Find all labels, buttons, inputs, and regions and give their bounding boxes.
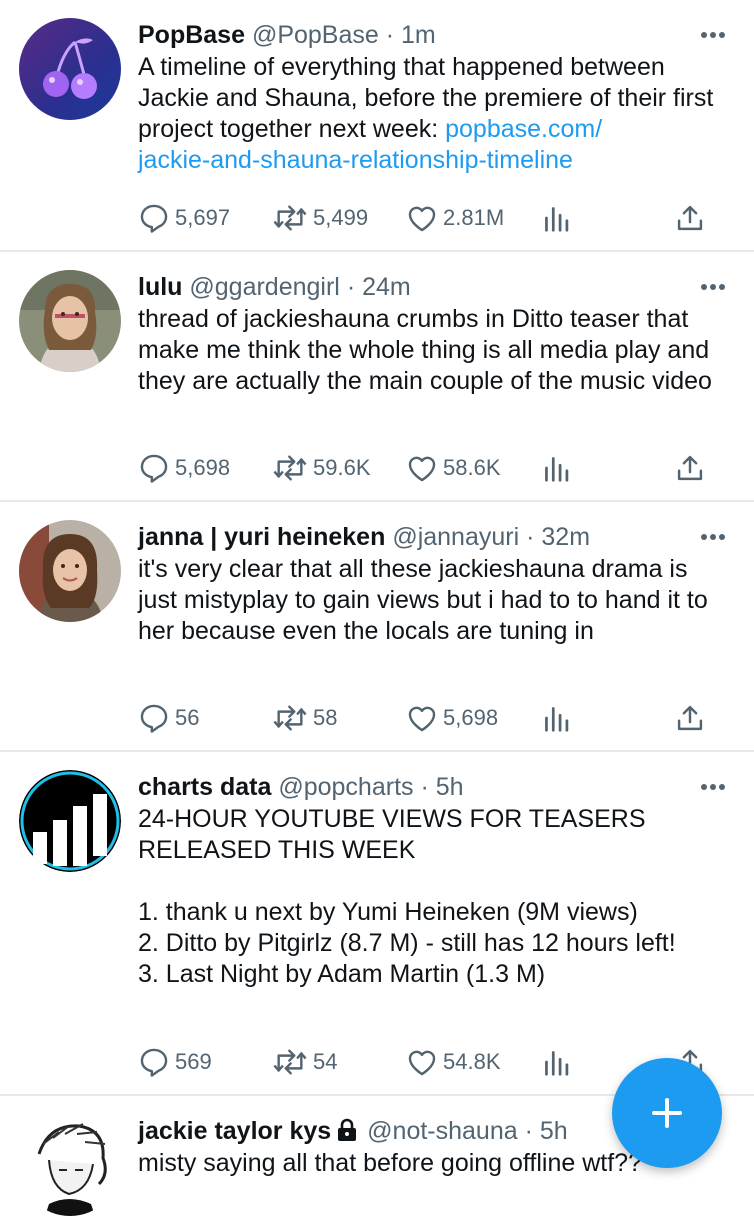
like-button[interactable]: 54.8K xyxy=(405,1042,501,1082)
like-button[interactable]: 2.81M xyxy=(405,198,504,238)
avatar[interactable] xyxy=(19,18,121,120)
retweet-button[interactable]: 58 xyxy=(271,698,337,738)
share-button[interactable] xyxy=(675,448,705,488)
reply-icon xyxy=(140,1048,168,1077)
reply-count: 5,698 xyxy=(175,455,231,480)
profile-photo xyxy=(19,270,121,372)
timestamp[interactable]: · 5h xyxy=(420,773,463,801)
like-count: 54.8K xyxy=(443,1049,501,1074)
retweet-count: 59.6K xyxy=(313,455,371,480)
like-button[interactable]: 58.6K xyxy=(405,448,501,488)
reply-button[interactable]: 5,697 xyxy=(137,198,230,238)
user-handle[interactable]: @jannayuri xyxy=(392,523,519,551)
retweet-count: 58 xyxy=(313,705,338,730)
more-icon[interactable] xyxy=(696,520,730,554)
tweet-actions: 5,697 5,499 2.81M xyxy=(137,198,717,238)
compose-plus-icon xyxy=(652,1098,682,1128)
lock-icon xyxy=(338,1118,357,1141)
tweet[interactable]: charts data @popcharts · 5h 24-HOUR YOUT… xyxy=(0,752,754,1096)
retweet-button[interactable]: 59.6K xyxy=(271,448,371,488)
tweet-header: charts data @popcharts · 5h xyxy=(138,770,728,804)
share-icon xyxy=(677,205,703,231)
tweet-text: it's very clear that all these jackiesha… xyxy=(138,555,715,645)
display-name[interactable]: charts data xyxy=(138,773,271,801)
analytics-icon xyxy=(545,457,569,482)
tweet-actions: 5,698 59.6K 58.6K xyxy=(137,448,717,488)
user-handle[interactable]: @PopBase xyxy=(252,21,379,49)
tweet-header: PopBase @PopBase · 1m xyxy=(138,18,728,52)
share-icon xyxy=(677,455,703,481)
share-icon xyxy=(677,705,703,731)
reply-button[interactable]: 5,698 xyxy=(137,448,230,488)
bar-chart-logo-icon xyxy=(19,770,121,872)
like-icon xyxy=(408,706,436,732)
analytics-button[interactable] xyxy=(541,698,571,738)
retweet-button[interactable]: 5,499 xyxy=(271,198,368,238)
more-icon[interactable] xyxy=(696,18,730,52)
retweet-icon xyxy=(273,455,307,481)
sketch-profile-photo xyxy=(19,1114,121,1216)
user-handle[interactable]: @ggardengirl xyxy=(189,273,339,301)
reply-count: 5,697 xyxy=(175,205,231,230)
share-button[interactable] xyxy=(675,698,705,738)
tweet-text-content: A timeline of everything that happened b… xyxy=(138,53,721,143)
reply-count: 569 xyxy=(175,1049,212,1074)
like-count: 58.6K xyxy=(443,455,501,480)
timestamp[interactable]: · 24m xyxy=(347,273,411,301)
retweet-icon xyxy=(273,205,307,231)
tweet-actions: 56 58 5,698 xyxy=(137,698,717,738)
reply-button[interactable]: 569 xyxy=(137,1042,212,1082)
reply-button[interactable]: 56 xyxy=(137,698,199,738)
compose-button[interactable] xyxy=(612,1058,722,1168)
retweet-count: 54 xyxy=(313,1049,338,1074)
reply-count: 56 xyxy=(175,705,200,730)
timestamp[interactable]: · 1m xyxy=(386,21,436,49)
share-button[interactable] xyxy=(675,198,705,238)
display-name[interactable]: janna | yuri heineken xyxy=(138,523,385,551)
analytics-button[interactable] xyxy=(541,448,571,488)
retweet-icon xyxy=(273,705,307,731)
more-icon[interactable] xyxy=(696,270,730,304)
display-name[interactable]: lulu xyxy=(138,273,182,301)
like-count: 2.81M xyxy=(443,205,505,230)
more-icon[interactable] xyxy=(696,770,730,804)
reply-icon xyxy=(140,204,168,233)
timestamp[interactable]: · 5h xyxy=(525,1117,568,1145)
tweet-text: 24-HOUR YOUTUBE VIEWS FOR TEASERS RELEAS… xyxy=(138,805,676,988)
tweet[interactable]: janna | yuri heineken @jannayuri · 32m i… xyxy=(0,502,754,752)
avatar[interactable] xyxy=(19,1114,121,1216)
analytics-icon xyxy=(545,707,569,732)
tweet-header: janna | yuri heineken @jannayuri · 32m xyxy=(138,520,728,554)
timestamp[interactable]: · 32m xyxy=(526,523,590,551)
like-icon xyxy=(408,206,436,232)
like-count: 5,698 xyxy=(443,705,499,730)
avatar[interactable] xyxy=(19,270,121,372)
profile-photo xyxy=(19,520,121,622)
retweet-icon xyxy=(273,1049,307,1075)
retweet-count: 5,499 xyxy=(313,205,369,230)
tweet[interactable]: PopBase @PopBase · 1m A timeline of ever… xyxy=(0,0,754,252)
analytics-button[interactable] xyxy=(541,198,571,238)
cherry-logo-icon xyxy=(19,18,121,120)
analytics-icon xyxy=(545,1051,569,1076)
avatar[interactable] xyxy=(19,520,121,622)
tweet-header: lulu @ggardengirl · 24m xyxy=(138,270,728,304)
tweet-text: A timeline of everything that happened b… xyxy=(138,52,728,176)
avatar[interactable] xyxy=(19,770,121,872)
user-handle[interactable]: @not-shauna xyxy=(367,1117,517,1145)
like-icon xyxy=(408,456,436,482)
reply-icon xyxy=(140,454,168,483)
like-button[interactable]: 5,698 xyxy=(405,698,498,738)
retweet-button[interactable]: 54 xyxy=(271,1042,337,1082)
tweet-text: thread of jackieshauna crumbs in Ditto t… xyxy=(138,305,717,395)
tweet[interactable]: lulu @ggardengirl · 24m thread of jackie… xyxy=(0,252,754,502)
analytics-icon xyxy=(545,207,569,232)
display-name[interactable]: PopBase xyxy=(138,21,245,49)
display-name[interactable]: jackie taylor kys xyxy=(138,1117,331,1145)
reply-icon xyxy=(140,704,168,733)
user-handle[interactable]: @popcharts xyxy=(278,773,413,801)
analytics-button[interactable] xyxy=(541,1042,571,1082)
like-icon xyxy=(408,1050,436,1076)
